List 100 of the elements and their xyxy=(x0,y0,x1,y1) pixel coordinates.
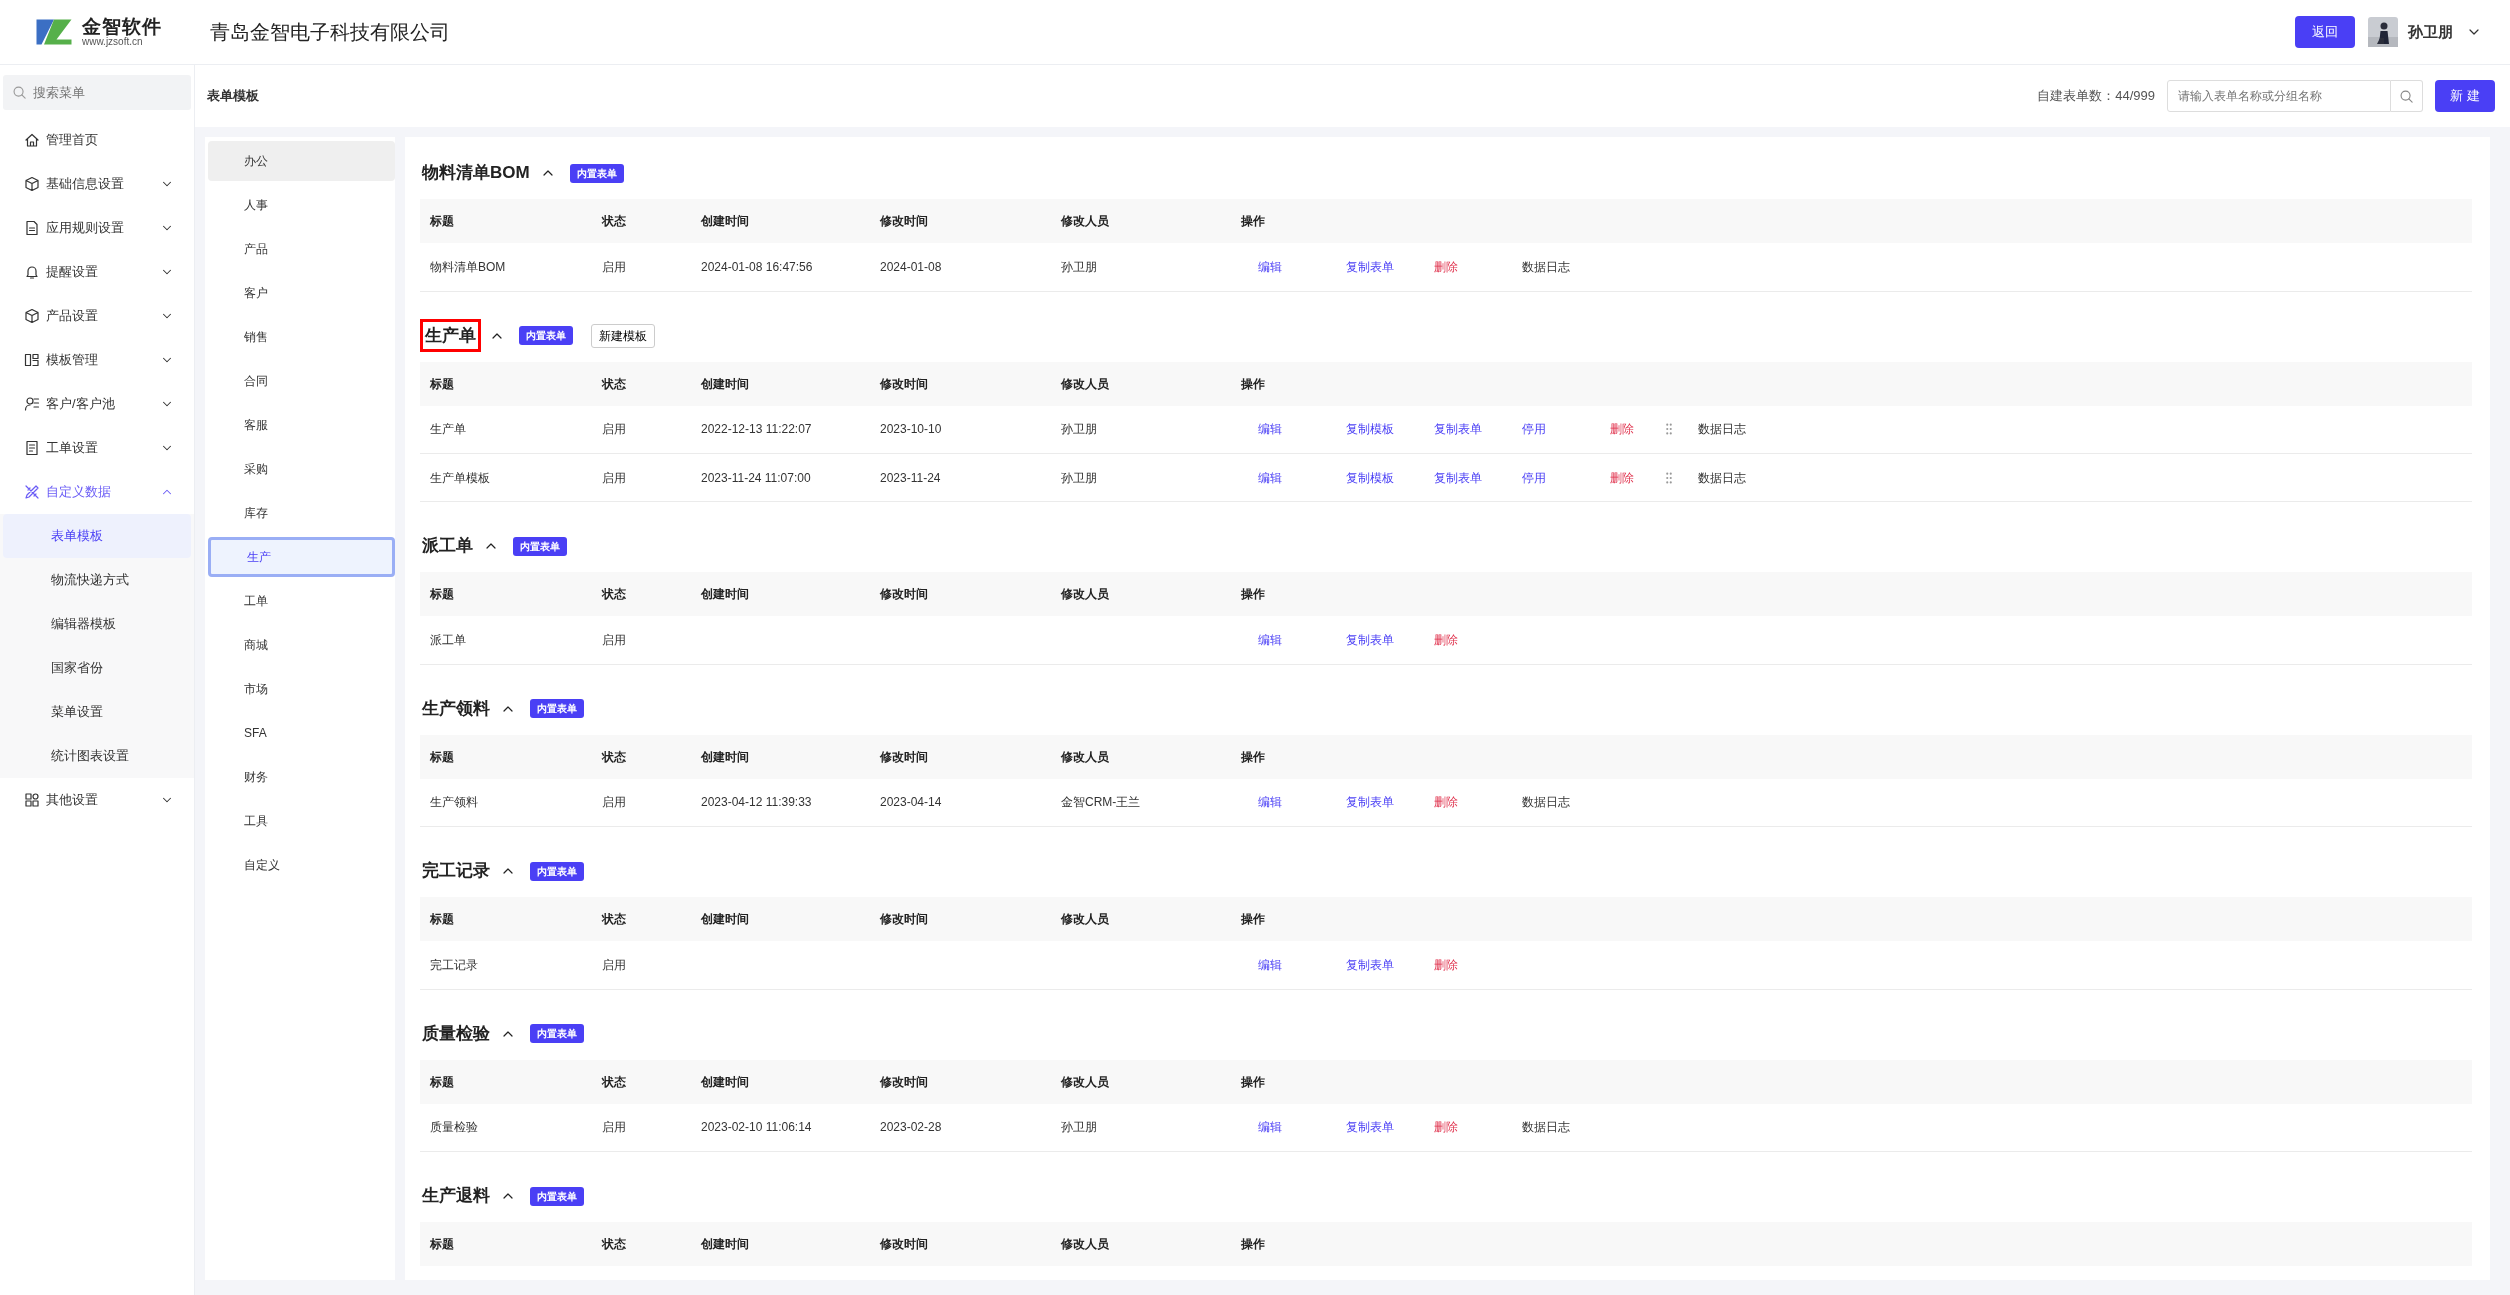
category-item[interactable]: 财务 xyxy=(208,757,395,797)
action-link[interactable]: 编辑 xyxy=(1258,257,1346,276)
category-item[interactable]: 工具 xyxy=(208,801,395,841)
category-item[interactable]: 办公 xyxy=(208,141,395,181)
log-link[interactable]: 数据日志 xyxy=(1698,420,1786,439)
category-item[interactable]: 客户 xyxy=(208,273,395,313)
delete-link[interactable]: 删除 xyxy=(1610,468,1698,487)
submenu-item[interactable]: 菜单设置 xyxy=(3,690,191,734)
category-item[interactable]: 自定义 xyxy=(208,845,395,885)
new-button[interactable]: 新 建 xyxy=(2435,80,2495,112)
category-item[interactable]: SFA xyxy=(208,713,395,753)
log-link[interactable]: 数据日志 xyxy=(1522,1118,1610,1137)
action-link[interactable]: 停用 xyxy=(1522,468,1610,487)
search-input[interactable]: 请输入表单名称或分组名称 xyxy=(2167,80,2391,112)
category-item[interactable]: 市场 xyxy=(208,669,395,709)
category-item[interactable]: 采购 xyxy=(208,449,395,489)
action-link[interactable]: 复制表单 xyxy=(1346,1118,1434,1137)
category-item[interactable]: 商城 xyxy=(208,625,395,665)
menu-item[interactable]: 应用规则设置 xyxy=(0,206,194,250)
logo-text: 金智软件 xyxy=(82,16,162,37)
action-link[interactable]: 编辑 xyxy=(1258,955,1346,974)
section-title: 完工记录 xyxy=(421,860,491,883)
category-item[interactable]: 人事 xyxy=(208,185,395,225)
search-field[interactable]: 搜索菜单 xyxy=(3,75,191,110)
table-cell: 生产领料 xyxy=(430,795,478,810)
category-item[interactable]: 库存 xyxy=(208,493,395,533)
delete-link[interactable]: 删除 xyxy=(1434,630,1522,649)
log-link[interactable]: 数据日志 xyxy=(1522,257,1610,276)
action-link[interactable]: 复制模板 xyxy=(1346,468,1434,487)
built-in-tag: 内置表单 xyxy=(569,163,624,183)
category-item[interactable]: 生产 xyxy=(208,537,395,577)
menu-item[interactable]: 客户/客户池 xyxy=(0,382,194,426)
submenu-item[interactable]: 统计图表设置 xyxy=(3,734,191,778)
column-header: 修改时间 xyxy=(870,897,1051,941)
menu-item[interactable]: 其他设置 xyxy=(0,778,194,822)
built-in-tag: 内置表单 xyxy=(519,326,573,345)
delete-link[interactable]: 删除 xyxy=(1434,1118,1522,1137)
menu-item[interactable]: 提醒设置 xyxy=(0,250,194,294)
column-header: 标题 xyxy=(420,572,592,616)
back-button[interactable]: 返回 xyxy=(2295,16,2355,48)
category-item[interactable]: 客服 xyxy=(208,405,395,445)
column-header: 操作 xyxy=(1231,1059,2472,1104)
action-link[interactable]: 复制表单 xyxy=(1346,793,1434,812)
submenu-item[interactable]: 表单模板 xyxy=(3,514,191,558)
action-link[interactable]: 编辑 xyxy=(1258,793,1346,812)
log-link[interactable]: 数据日志 xyxy=(1698,468,1786,487)
menu-item[interactable]: 工单设置 xyxy=(0,426,194,470)
action-link[interactable]: 复制表单 xyxy=(1434,420,1522,439)
menu-item[interactable]: 基础信息设置 xyxy=(0,162,194,206)
delete-link[interactable]: 删除 xyxy=(1434,955,1522,974)
table-cell: 生产单 xyxy=(430,422,466,437)
table-cell: 完工记录 xyxy=(430,957,478,972)
section-title: 生产领料 xyxy=(421,697,491,720)
submenu-item[interactable]: 国家省份 xyxy=(3,646,191,690)
action-link[interactable]: 复制表单 xyxy=(1434,468,1522,487)
column-header: 状态 xyxy=(592,572,691,616)
table-cell: 2023-10-10 xyxy=(880,422,942,437)
category-item[interactable]: 销售 xyxy=(208,317,395,357)
menu-item[interactable]: 管理首页 xyxy=(0,118,194,162)
table-cell: 启用 xyxy=(602,957,626,972)
column-header: 创建时间 xyxy=(691,1059,870,1104)
action-link[interactable]: 编辑 xyxy=(1258,468,1346,487)
action-link[interactable]: 复制模板 xyxy=(1346,420,1434,439)
submenu-item[interactable]: 编辑器模板 xyxy=(3,602,191,646)
action-link[interactable]: 编辑 xyxy=(1258,1118,1346,1137)
action-link[interactable]: 复制表单 xyxy=(1346,630,1434,649)
column-header: 标题 xyxy=(420,1222,592,1266)
new-template-button[interactable]: 新建模板 xyxy=(591,323,655,348)
table-cell: 启用 xyxy=(602,259,626,274)
menu-item[interactable]: 模板管理 xyxy=(0,338,194,382)
column-header: 状态 xyxy=(592,734,691,779)
action-link[interactable]: 编辑 xyxy=(1258,420,1346,439)
menu-item[interactable]: 产品设置 xyxy=(0,294,194,338)
built-in-tag: 内置表单 xyxy=(530,1024,584,1043)
table-cell: 2023-02-10 11:06:14 xyxy=(701,1120,812,1135)
table-cell: 2024-01-08 16:47:56 xyxy=(701,259,813,274)
table-cell: 2024-01-08 xyxy=(880,259,942,274)
category-item[interactable]: 产品 xyxy=(208,229,395,269)
column-header: 创建时间 xyxy=(691,734,870,779)
action-link[interactable]: 复制表单 xyxy=(1346,955,1434,974)
column-header: 状态 xyxy=(592,897,691,941)
built-in-tag: 内置表单 xyxy=(513,536,567,556)
action-link[interactable]: 复制表单 xyxy=(1346,257,1434,276)
action-link[interactable]: 停用 xyxy=(1522,420,1610,439)
log-link[interactable]: 数据日志 xyxy=(1522,793,1610,812)
delete-link[interactable]: 删除 xyxy=(1434,257,1522,276)
delete-link[interactable]: 删除 xyxy=(1434,793,1522,812)
table-cell: 孙卫朋 xyxy=(1061,259,1097,274)
submenu-item[interactable]: 物流快递方式 xyxy=(3,558,191,602)
column-header: 状态 xyxy=(592,1059,691,1104)
table-cell: 启用 xyxy=(602,1120,626,1135)
section-title: 派工单 xyxy=(421,535,474,558)
action-link[interactable]: 编辑 xyxy=(1258,630,1346,649)
category-item[interactable]: 工单 xyxy=(208,581,395,621)
category-item[interactable]: 合同 xyxy=(208,361,395,401)
delete-link[interactable]: 删除 xyxy=(1610,420,1698,439)
column-header: 操作 xyxy=(1231,572,2472,616)
table-cell: 质量检验 xyxy=(430,1120,478,1135)
menu-item[interactable]: 自定义数据 xyxy=(0,470,194,514)
section-title: 生产单 xyxy=(420,318,481,353)
